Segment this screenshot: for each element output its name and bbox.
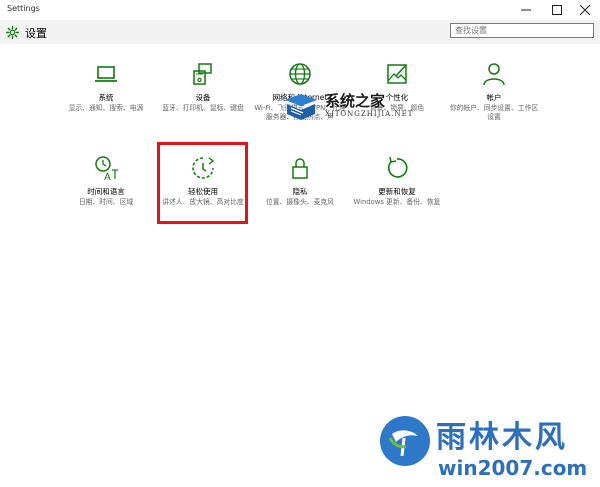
- highlight-box: [157, 142, 248, 224]
- tile-description: Windows 更新、备份、恢复: [353, 198, 441, 206]
- person-icon: [480, 60, 508, 88]
- brand-watermark: 雨林木风 win2007.com: [380, 412, 595, 486]
- tile-description: 显示、通知、搜索、电源: [68, 104, 144, 112]
- svg-text:A: A: [104, 172, 111, 182]
- update-icon: [383, 154, 411, 182]
- gear-icon: [6, 26, 19, 39]
- tile-system[interactable]: 系统 显示、通知、搜索、电源: [58, 60, 154, 144]
- maximize-icon: [552, 5, 562, 15]
- brand-logo-icon: [380, 416, 430, 466]
- search-input[interactable]: [450, 23, 594, 38]
- tile-description: 你的帐户、同步设置、工作区设置: [449, 104, 539, 121]
- tile-title: 帐户: [486, 93, 502, 102]
- tile-title: 隐私: [292, 187, 308, 196]
- tile-accounts[interactable]: 帐户 你的帐户、同步设置、工作区设置: [446, 60, 542, 144]
- laptop-icon: [92, 60, 120, 88]
- brand-url: win2007.com: [438, 456, 588, 480]
- tile-title: 更新和恢复: [378, 187, 416, 196]
- time-language-icon: A: [92, 154, 120, 183]
- globe-icon: [286, 60, 314, 88]
- tile-title: 系统: [98, 93, 114, 102]
- tile-title: 时间和语言: [87, 187, 125, 196]
- tile-description: 位置、摄像头、麦克风: [266, 198, 334, 206]
- close-icon: [580, 5, 590, 15]
- watermark-logo-icon: [285, 94, 317, 120]
- title-bar: Settings: [0, 0, 600, 21]
- devices-icon: [189, 60, 217, 88]
- watermark-text: 系统之家: [325, 92, 386, 110]
- tile-update-recovery[interactable]: 更新和恢复 Windows 更新、备份、恢复: [349, 154, 445, 238]
- tile-time-language[interactable]: A 时间和语言 日期、时间、区域: [58, 154, 154, 238]
- brand-name: 雨林木风: [436, 420, 568, 455]
- tile-privacy[interactable]: 隐私 位置、摄像头、麦克风: [252, 154, 348, 238]
- tile-devices[interactable]: 设备 蓝牙、打印机、鼠标、键盘: [155, 60, 251, 144]
- window-title: Settings: [7, 4, 40, 13]
- tile-description: 日期、时间、区域: [78, 198, 134, 206]
- close-button[interactable]: [570, 0, 600, 20]
- maximize-button[interactable]: [542, 0, 572, 20]
- tile-title: 设备: [195, 93, 211, 102]
- watermark-url: XITONGZHIJIA.NET: [325, 110, 414, 118]
- minimize-icon: [521, 9, 531, 11]
- personalization-icon: [383, 60, 411, 88]
- lock-icon: [286, 154, 314, 182]
- page-title: 设置: [25, 27, 47, 40]
- minimize-button[interactable]: [511, 0, 541, 20]
- watermark: 系统之家 XITONGZHIJIA.NET: [283, 86, 453, 126]
- tile-description: 蓝牙、打印机、鼠标、键盘: [162, 104, 244, 112]
